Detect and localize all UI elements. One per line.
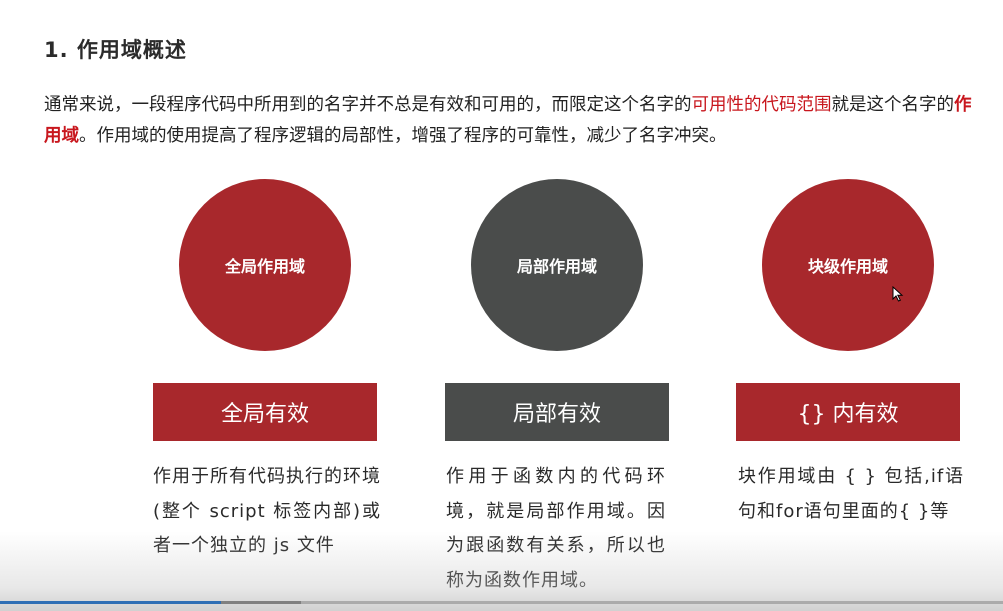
intro-text-3: 。作用域的使用提高了程序逻辑的局部性，增强了程序的可靠性，减少了名字冲突。: [79, 126, 727, 146]
local-scope-banner: 局部有效: [445, 383, 669, 441]
global-scope-circle-label: 全局作用域: [224, 257, 305, 276]
intro-highlight-code-range: 可用性的代码范围: [691, 95, 832, 115]
global-scope-banner-label: 全局有效: [220, 402, 309, 427]
pointer-arrow-icon: [892, 286, 904, 302]
global-scope-circle: 全局作用域: [179, 179, 351, 351]
slide-heading: 1. 作用域概述: [44, 38, 187, 62]
video-played-bar: [0, 601, 221, 604]
intro-paragraph: 通常来说，一段程序代码中所用到的名字并不总是有效和可用的，而限定这个名字的可用性…: [44, 90, 974, 152]
local-scope-description: 作用于函数内的代码环境，就是局部作用域。因为跟函数有关系，所以也称为函数作用域。: [446, 466, 666, 591]
video-buffered-bar: [220, 601, 301, 604]
video-progress-bar[interactable]: [0, 601, 1003, 604]
global-scope-description: 作用于所有代码执行的环境(整个 script 标签内部)或者一个独立的 js 文…: [153, 466, 381, 556]
block-scope-banner: {} 内有效: [736, 383, 960, 441]
local-scope-circle-label: 局部作用域: [516, 257, 597, 276]
intro-text-2: 就是这个名字的: [831, 95, 955, 115]
block-scope-description: 块作用域由 { } 包括,if语句和for语句里面的{ }等: [738, 466, 964, 522]
intro-text-1: 通常来说，一段程序代码中所用到的名字并不总是有效和可用的，而限定这个名字的: [44, 95, 692, 115]
block-scope-circle: 块级作用域: [762, 179, 934, 351]
block-scope-banner-label: {} 内有效: [797, 402, 899, 427]
block-scope-circle-label: 块级作用域: [807, 257, 888, 276]
local-scope-banner-label: 局部有效: [512, 402, 601, 427]
global-scope-banner: 全局有效: [153, 383, 377, 441]
local-scope-circle: 局部作用域: [471, 179, 643, 351]
